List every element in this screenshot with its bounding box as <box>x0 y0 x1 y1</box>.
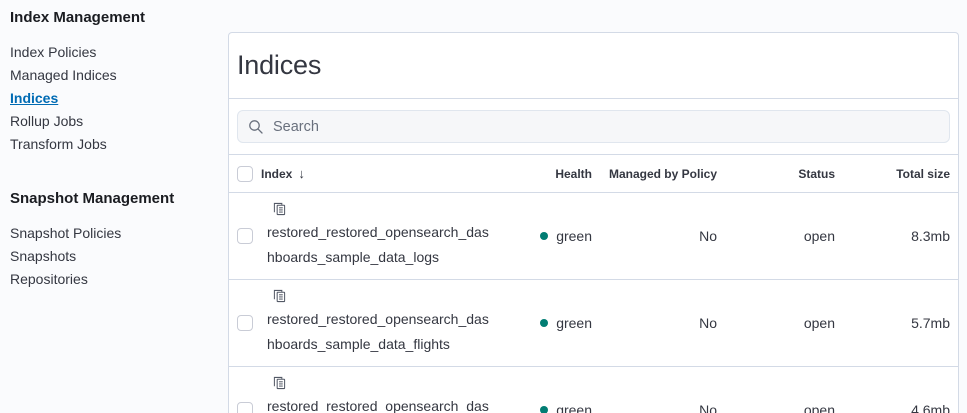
health-green-dot-icon <box>540 319 548 327</box>
total-size-value: 4.6mb <box>835 402 950 413</box>
select-all-checkbox[interactable] <box>237 166 253 182</box>
column-header-total-size[interactable]: Total size <box>835 167 950 181</box>
column-header-managed-by-policy[interactable]: Managed by Policy <box>592 167 717 181</box>
status-value: open <box>717 402 835 413</box>
column-header-status[interactable]: Status <box>717 167 835 181</box>
sidebar-item-repositories[interactable]: Repositories <box>10 268 218 291</box>
column-header-health[interactable]: Health <box>497 167 592 181</box>
sidebar-item-snapshot-policies[interactable]: Snapshot Policies <box>10 222 218 245</box>
managed-by-policy-value: No <box>592 228 717 244</box>
sidebar: Index Management Index Policies Managed … <box>0 0 228 413</box>
total-size-value: 5.7mb <box>835 315 950 331</box>
search-icon <box>248 119 264 135</box>
copy-icon[interactable] <box>273 202 286 216</box>
health-green-dot-icon <box>540 232 548 240</box>
copy-icon[interactable] <box>273 376 286 390</box>
page-title: Indices <box>237 47 950 84</box>
sort-descending-icon: ↓ <box>298 166 305 181</box>
sidebar-item-snapshots[interactable]: Snapshots <box>10 245 218 268</box>
search-bar-row <box>229 99 958 155</box>
table-row: restored_restored_opensearch_dashboards_… <box>229 280 958 367</box>
table-row: restored_restored_opensearch_dashboards_… <box>229 193 958 280</box>
sidebar-item-rollup-jobs[interactable]: Rollup Jobs <box>10 110 218 133</box>
status-value: open <box>717 228 835 244</box>
sidebar-item-index-policies[interactable]: Index Policies <box>10 41 218 64</box>
index-name[interactable]: restored_restored_opensearch_dashboards_… <box>265 394 493 413</box>
sidebar-section-title-index-management: Index Management <box>10 8 218 28</box>
sidebar-item-transform-jobs[interactable]: Transform Jobs <box>10 133 218 156</box>
table-row: restored_restored_opensearch_dashboards_… <box>229 367 958 413</box>
managed-by-policy-value: No <box>592 315 717 331</box>
row-checkbox[interactable] <box>237 402 253 413</box>
search-box[interactable] <box>237 110 950 143</box>
row-checkbox[interactable] <box>237 315 253 331</box>
health-value: green <box>556 402 592 413</box>
health-value: green <box>556 315 592 331</box>
managed-by-policy-value: No <box>592 402 717 413</box>
indices-table: Index ↓ Health Managed by Policy Status … <box>229 155 958 413</box>
sidebar-item-indices[interactable]: Indices <box>10 87 218 110</box>
total-size-value: 8.3mb <box>835 228 950 244</box>
sidebar-item-managed-indices[interactable]: Managed Indices <box>10 64 218 87</box>
column-header-index[interactable]: Index ↓ <box>261 166 497 181</box>
health-green-dot-icon <box>540 406 548 413</box>
copy-icon[interactable] <box>273 289 286 303</box>
index-name[interactable]: restored_restored_opensearch_dashboards_… <box>265 220 493 270</box>
row-checkbox[interactable] <box>237 228 253 244</box>
status-value: open <box>717 315 835 331</box>
indices-panel: Indices Index ↓ Health Managed by Poli <box>228 32 959 413</box>
search-input[interactable] <box>273 119 939 135</box>
health-value: green <box>556 228 592 244</box>
table-header-row: Index ↓ Health Managed by Policy Status … <box>229 155 958 193</box>
index-name[interactable]: restored_restored_opensearch_dashboards_… <box>265 307 493 357</box>
index-management-page: Index Management Index Policies Managed … <box>0 0 967 413</box>
panel-header: Indices <box>229 33 958 99</box>
sidebar-section-title-snapshot-management: Snapshot Management <box>10 189 218 209</box>
